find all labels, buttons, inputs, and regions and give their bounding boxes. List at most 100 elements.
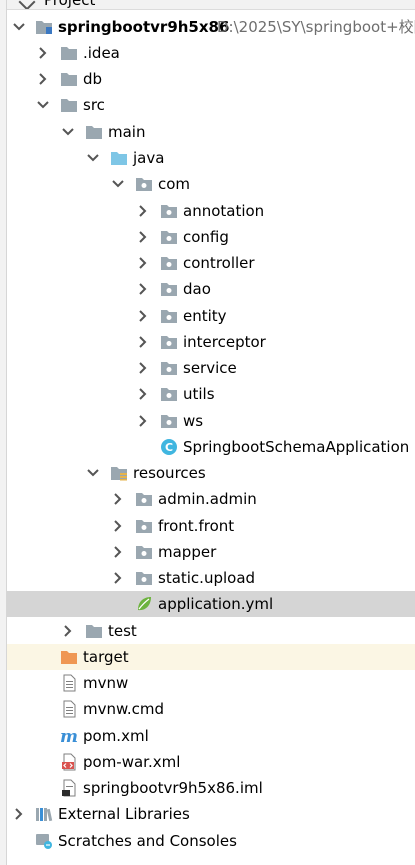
- tree-item-annotation[interactable]: annotation: [7, 198, 415, 224]
- tree-item-config[interactable]: config: [7, 224, 415, 250]
- folder-icon: [60, 96, 78, 114]
- package-icon: [160, 359, 178, 377]
- chevron-right-icon[interactable]: [135, 198, 151, 224]
- tree-item-src[interactable]: src: [7, 92, 415, 118]
- tree-label: test: [108, 622, 137, 640]
- package-icon: [135, 517, 153, 535]
- tree-label: .idea: [83, 44, 120, 62]
- chevron-right-icon[interactable]: [35, 40, 51, 66]
- excluded-folder-icon: [60, 648, 78, 666]
- tree-item-utils[interactable]: utils: [7, 381, 415, 407]
- folder-icon: [60, 44, 78, 62]
- chevron-down-icon[interactable]: [11, 14, 27, 40]
- root-module-name: springbootvr9h5x86: [58, 18, 230, 36]
- folder-icon: [85, 622, 103, 640]
- package-icon: [135, 543, 153, 561]
- svg-text:C: C: [165, 441, 173, 454]
- tree-item-application-yml[interactable]: application.yml: [7, 591, 415, 617]
- package-icon: [160, 333, 178, 351]
- chevron-right-icon[interactable]: [135, 355, 151, 381]
- tree-item-dao[interactable]: dao: [7, 276, 415, 302]
- tree-item-mvnw-cmd[interactable]: mvnw.cmd: [7, 696, 415, 722]
- chevron-right-icon[interactable]: [110, 513, 126, 539]
- tree-item-iml[interactable]: springbootvr9h5x86.iml: [7, 775, 415, 801]
- tree-item-idea[interactable]: .idea: [7, 40, 415, 66]
- chevron-down-icon[interactable]: [35, 92, 51, 118]
- tree-item-target[interactable]: target: [7, 644, 415, 670]
- tree-label: SpringbootSchemaApplication: [183, 438, 410, 456]
- tree-label: utils: [183, 385, 215, 403]
- tree-item-mapper[interactable]: mapper: [7, 539, 415, 565]
- tree-item-application-class[interactable]: C SpringbootSchemaApplication: [7, 434, 415, 460]
- tree-item-static-upload[interactable]: static.upload: [7, 565, 415, 591]
- chevron-down-icon[interactable]: [85, 460, 101, 486]
- tree-label: entity: [183, 307, 227, 325]
- tree-label: mvnw: [83, 674, 129, 692]
- tree-item-entity[interactable]: entity: [7, 303, 415, 329]
- folder-icon: [85, 123, 103, 141]
- chevron-down-icon[interactable]: [85, 145, 101, 171]
- package-icon: [135, 175, 153, 193]
- tree-item-controller[interactable]: controller: [7, 250, 415, 276]
- java-class-icon: C: [160, 438, 178, 456]
- tree-label: admin.admin: [158, 490, 257, 508]
- tree-item-root-module[interactable]: springbootvr9h5x86 D:\2025\SY\springboot…: [7, 14, 415, 40]
- tree-item-com[interactable]: com: [7, 171, 415, 197]
- tree-item-resources[interactable]: resources: [7, 460, 415, 486]
- project-panel-header[interactable]: Project: [7, 0, 415, 10]
- tree-item-test[interactable]: test: [7, 618, 415, 644]
- chevron-right-icon[interactable]: [35, 66, 51, 92]
- tree-label: dao: [183, 280, 211, 298]
- maven-icon: m: [60, 727, 78, 745]
- tree-label: application.yml: [158, 595, 274, 613]
- tree-item-interceptor[interactable]: interceptor: [7, 329, 415, 355]
- tree-item-service[interactable]: service: [7, 355, 415, 381]
- package-icon: [160, 412, 178, 430]
- chevron-right-icon[interactable]: [135, 381, 151, 407]
- chevron-right-icon[interactable]: [135, 408, 151, 434]
- package-icon: [160, 254, 178, 272]
- tree-item-ws[interactable]: ws: [7, 408, 415, 434]
- tree-label: db: [83, 70, 103, 88]
- tree-label: pom-war.xml: [83, 753, 181, 771]
- chevron-right-icon[interactable]: [135, 303, 151, 329]
- chevron-right-icon[interactable]: [110, 565, 126, 591]
- chevron-down-icon[interactable]: [18, 0, 36, 9]
- tree-label: com: [158, 175, 191, 193]
- tree-label: service: [183, 359, 237, 377]
- tree-label: resources: [133, 464, 206, 482]
- tree-label: java: [133, 149, 165, 167]
- tree-item-main[interactable]: main: [7, 119, 415, 145]
- chevron-right-icon[interactable]: [135, 250, 151, 276]
- tree-label: mapper: [158, 543, 217, 561]
- tree-item-admin[interactable]: admin.admin: [7, 486, 415, 512]
- chevron-down-icon[interactable]: [110, 171, 126, 197]
- tree-label: pom.xml: [83, 727, 149, 745]
- tree-label: interceptor: [183, 333, 266, 351]
- chevron-down-icon[interactable]: [60, 119, 76, 145]
- tree-item-java[interactable]: java: [7, 145, 415, 171]
- package-icon: [160, 307, 178, 325]
- chevron-right-icon[interactable]: [135, 329, 151, 355]
- tree-item-db[interactable]: db: [7, 66, 415, 92]
- resources-folder-icon: [110, 464, 128, 482]
- tree-item-scratches[interactable]: Scratches and Consoles: [7, 828, 415, 854]
- tree-item-mvnw[interactable]: mvnw: [7, 670, 415, 696]
- chevron-right-icon[interactable]: [110, 539, 126, 565]
- libraries-icon: [35, 805, 53, 823]
- source-folder-icon: [110, 149, 128, 167]
- root-module-path: D:\2025\SY\springboot+校园: [217, 18, 415, 36]
- chevron-right-icon[interactable]: [60, 618, 76, 644]
- tree-item-external-libraries[interactable]: External Libraries: [7, 801, 415, 827]
- chevron-right-icon[interactable]: [110, 486, 126, 512]
- tree-label: src: [83, 96, 105, 114]
- tree-label: controller: [183, 254, 255, 272]
- chevron-right-icon[interactable]: [11, 801, 27, 827]
- chevron-right-icon[interactable]: [135, 224, 151, 250]
- text-file-icon: [60, 674, 78, 692]
- tree-item-front[interactable]: front.front: [7, 513, 415, 539]
- tree-item-pom-war[interactable]: pom-war.xml: [7, 749, 415, 775]
- xml-file-icon: [60, 753, 78, 771]
- tree-item-pom[interactable]: m pom.xml: [7, 723, 415, 749]
- chevron-right-icon[interactable]: [135, 276, 151, 302]
